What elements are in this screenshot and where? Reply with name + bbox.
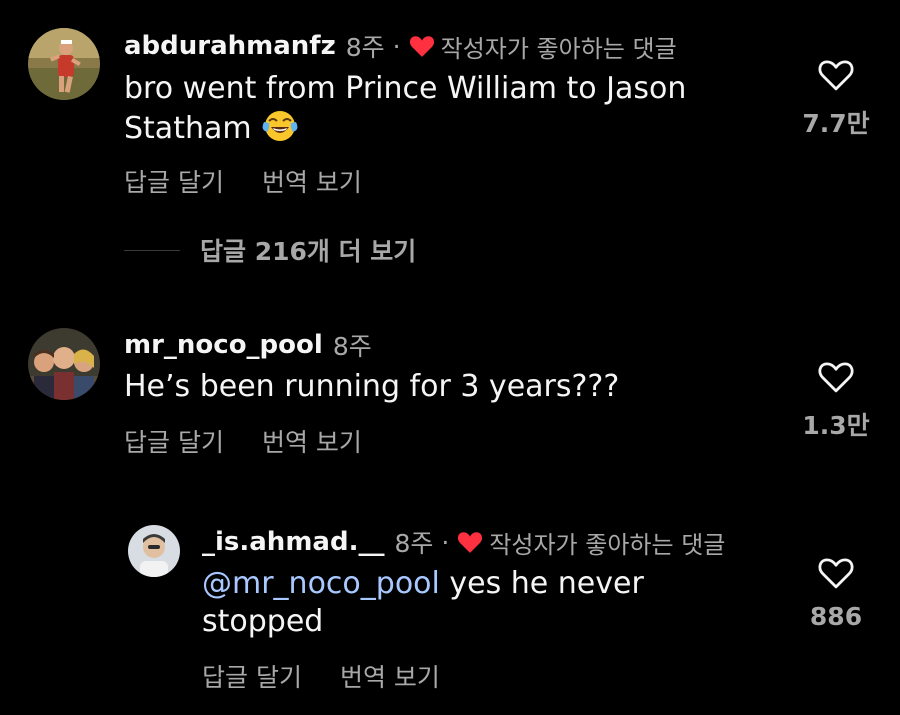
avatar[interactable] bbox=[128, 525, 180, 577]
comment-text: He’s been running for 3 years??? bbox=[124, 368, 619, 406]
comment-text-line: He’s been running for 3 years??? bbox=[124, 369, 620, 404]
face-with-tears-of-joy-icon bbox=[262, 108, 298, 152]
avatar[interactable] bbox=[28, 328, 100, 400]
heart-outline-icon[interactable] bbox=[817, 556, 855, 590]
comment-text-line: bro went from Prince William to Jason bbox=[124, 71, 687, 106]
comment-text-line-2: stopped bbox=[202, 604, 324, 639]
comment-meta: mr_noco_pool 8주 bbox=[124, 327, 372, 363]
comment-meta: abdurahmanfz 8주 · 작성자가 좋아하는 댓글 bbox=[124, 28, 677, 64]
comment-text: bro went from Prince William to Jason St… bbox=[124, 70, 686, 152]
comment-meta: _is.ahmad.__ 8주 · 작성자가 좋아하는 댓글 bbox=[202, 524, 725, 560]
creator-heart-icon bbox=[458, 532, 483, 553]
like-count: 1.3만 bbox=[802, 411, 870, 440]
comment-actions: 답글 달기 번역 보기 bbox=[124, 163, 362, 199]
creator-liked-label: 작성자가 좋아하는 댓글 bbox=[489, 530, 726, 559]
mention-link[interactable]: @mr_noco_pool bbox=[202, 566, 440, 601]
translate-button[interactable]: 번역 보기 bbox=[340, 658, 440, 694]
like-column: 7.7만 bbox=[796, 58, 876, 140]
creator-heart-icon bbox=[409, 36, 434, 57]
like-count: 7.7만 bbox=[802, 109, 870, 138]
view-replies-label: 답글 216개 더 보기 bbox=[200, 237, 417, 266]
timestamp: 8주 bbox=[345, 33, 385, 62]
view-replies-button[interactable]: 답글 216개 더 보기 bbox=[124, 232, 416, 268]
comment-text-segment: Statham bbox=[124, 111, 252, 146]
comment-actions: 답글 달기 번역 보기 bbox=[202, 658, 440, 694]
like-column: 886 bbox=[796, 556, 876, 631]
comment-text-line-2: Statham bbox=[124, 108, 686, 152]
reply-button[interactable]: 답글 달기 bbox=[124, 423, 224, 459]
translate-button[interactable]: 번역 보기 bbox=[262, 163, 362, 199]
comment-text-segment: yes he never bbox=[439, 566, 644, 601]
heart-outline-icon[interactable] bbox=[817, 360, 855, 394]
avatar-image bbox=[28, 328, 100, 400]
avatar-image bbox=[128, 525, 180, 577]
separator-dot: · bbox=[392, 31, 401, 61]
comment-actions: 답글 달기 번역 보기 bbox=[124, 423, 362, 459]
translate-button[interactable]: 번역 보기 bbox=[262, 423, 362, 459]
heart-outline-icon[interactable] bbox=[817, 58, 855, 92]
reply-button[interactable]: 답글 달기 bbox=[124, 163, 224, 199]
timestamp: 8주 bbox=[394, 529, 434, 558]
username[interactable]: _is.ahmad.__ bbox=[202, 527, 384, 557]
divider-line bbox=[124, 249, 180, 251]
like-column: 1.3만 bbox=[796, 360, 876, 442]
avatar-image bbox=[28, 28, 100, 100]
like-count: 886 bbox=[809, 602, 863, 631]
creator-liked-label: 작성자가 좋아하는 댓글 bbox=[440, 34, 677, 63]
timestamp: 8주 bbox=[332, 332, 372, 361]
reply-button[interactable]: 답글 달기 bbox=[202, 658, 302, 694]
avatar[interactable] bbox=[28, 28, 100, 100]
separator-dot: · bbox=[441, 527, 450, 557]
comment-text: @mr_noco_pool yes he never stopped bbox=[202, 565, 644, 641]
comment-text-line: @mr_noco_pool yes he never bbox=[202, 565, 644, 603]
username[interactable]: mr_noco_pool bbox=[124, 330, 323, 360]
username[interactable]: abdurahmanfz bbox=[124, 31, 336, 61]
